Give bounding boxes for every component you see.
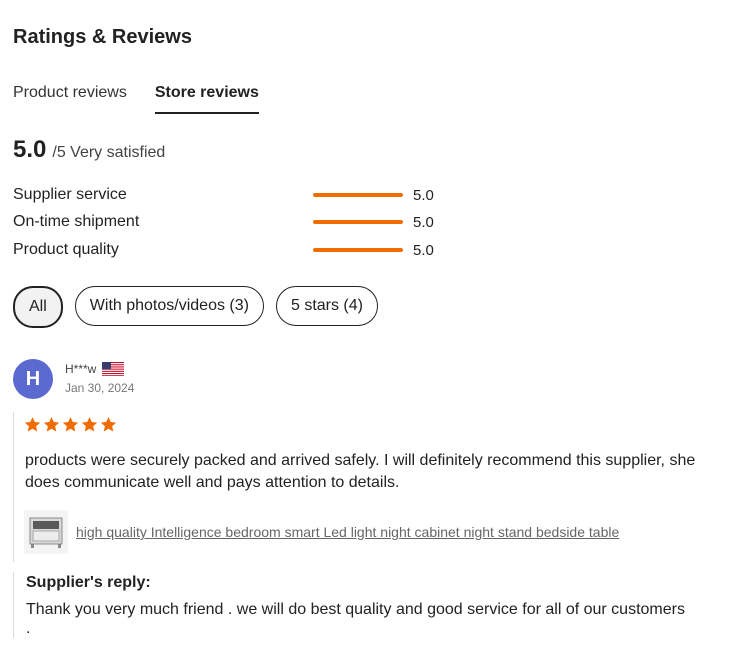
metric-label: Supplier service <box>13 186 127 203</box>
metric-bar <box>313 193 403 197</box>
score-suffix: /5 Very satisfied <box>52 144 166 161</box>
metric-fill <box>313 193 403 197</box>
star-icon <box>81 417 98 432</box>
tab-product-reviews[interactable]: Product reviews <box>13 84 127 114</box>
review-date: Jan 30, 2024 <box>65 381 135 395</box>
metric-label: On-time shipment <box>13 213 140 230</box>
overall-score: 5.0 /5 Very satisfied <box>13 136 165 164</box>
metric-fill <box>313 248 403 252</box>
metric-label: Product quality <box>13 241 119 258</box>
us-flag-icon <box>102 362 125 376</box>
metric-value: 5.0 <box>413 186 434 204</box>
star-icon <box>24 417 41 432</box>
review-filters: All With photos/videos (3) 5 stars (4) <box>13 286 378 328</box>
reviewer-name-row: H***w <box>65 362 125 376</box>
filter-five-stars-chip[interactable]: 5 stars (4) <box>275 286 378 326</box>
score-value: 5.0 <box>13 136 47 163</box>
metric-value: 5.0 <box>413 241 434 259</box>
page-title: Ratings & Reviews <box>13 26 192 48</box>
review-tabs: Product reviews Store reviews <box>13 84 259 114</box>
reply-text: Thank you very much friend . we will do … <box>26 601 685 637</box>
rating-stars <box>24 416 117 433</box>
reviewer-name: H***w <box>65 362 97 376</box>
review-text: products were securely packed and arrive… <box>25 452 696 491</box>
star-icon <box>62 417 79 432</box>
reply-title: Supplier's reply: <box>26 574 151 591</box>
avatar: H <box>13 359 53 399</box>
metric-value: 5.0 <box>413 213 434 231</box>
product-thumbnail[interactable] <box>24 510 68 554</box>
metric-bar <box>313 248 403 252</box>
reviewed-product: high quality Intelligence bedroom smart … <box>24 510 619 554</box>
filter-all-chip[interactable]: All <box>13 286 63 328</box>
review-body: products were securely packed and arrive… <box>13 412 724 562</box>
metric-supplier-service: Supplier service 5.0 <box>13 184 443 206</box>
product-link[interactable]: high quality Intelligence bedroom smart … <box>76 524 619 540</box>
star-icon <box>100 417 117 432</box>
tab-store-reviews[interactable]: Store reviews <box>154 84 259 114</box>
metric-fill <box>313 220 403 224</box>
metric-on-time-shipment: On-time shipment 5.0 <box>13 211 443 233</box>
supplier-reply: Supplier's reply: Thank you very much fr… <box>13 572 724 638</box>
metric-bar <box>313 220 403 224</box>
filter-photos-videos-chip[interactable]: With photos/videos (3) <box>74 286 264 326</box>
star-icon <box>43 417 60 432</box>
metric-product-quality: Product quality 5.0 <box>13 239 443 261</box>
